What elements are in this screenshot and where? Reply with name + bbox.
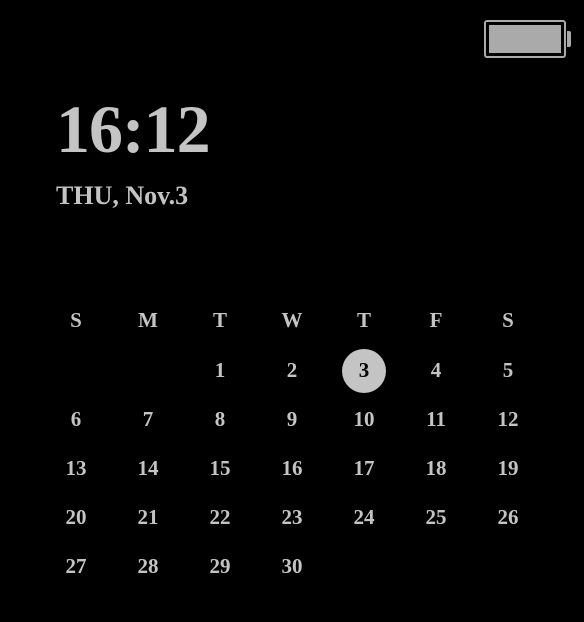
calendar-day: 30	[256, 554, 328, 579]
time-display: 16:12	[56, 95, 210, 163]
calendar-day-label: 3	[359, 358, 370, 382]
calendar-day: 7	[112, 407, 184, 432]
calendar-week-row: 1 2 3 4 5	[40, 346, 544, 395]
calendar-day: 10	[328, 407, 400, 432]
clock-block: 16:12 THU, Nov.3	[56, 95, 210, 211]
calendar-day: 25	[400, 505, 472, 530]
calendar-day: 2	[256, 358, 328, 383]
calendar-day: 14	[112, 456, 184, 481]
weekday-header: S	[40, 308, 112, 333]
battery-tip	[567, 31, 571, 47]
calendar-day: 12	[472, 407, 544, 432]
calendar-day: 19	[472, 456, 544, 481]
calendar-day: 26	[472, 505, 544, 530]
calendar-day-today: 3	[328, 358, 400, 383]
calendar-day: 28	[112, 554, 184, 579]
battery-fill	[489, 25, 561, 53]
calendar-day: 9	[256, 407, 328, 432]
weekday-header: T	[328, 308, 400, 333]
calendar-day: 1	[184, 358, 256, 383]
calendar-day: 20	[40, 505, 112, 530]
calendar-day: 6	[40, 407, 112, 432]
calendar-day: 13	[40, 456, 112, 481]
calendar-day: 4	[400, 358, 472, 383]
calendar-day: 8	[184, 407, 256, 432]
calendar-day: 27	[40, 554, 112, 579]
calendar-week-row: 6 7 8 9 10 11 12	[40, 395, 544, 444]
battery-icon	[484, 20, 566, 58]
battery-indicator	[484, 20, 571, 58]
calendar-day: 5	[472, 358, 544, 383]
calendar-week-row: 27 28 29 30	[40, 542, 544, 591]
date-display: THU, Nov.3	[56, 181, 210, 211]
calendar-day: 15	[184, 456, 256, 481]
calendar-week-row: 20 21 22 23 24 25 26	[40, 493, 544, 542]
calendar-day: 24	[328, 505, 400, 530]
weekday-header: M	[112, 308, 184, 333]
calendar-day: 21	[112, 505, 184, 530]
weekday-header: W	[256, 308, 328, 333]
calendar-day: 18	[400, 456, 472, 481]
calendar-day: 16	[256, 456, 328, 481]
calendar-day: 17	[328, 456, 400, 481]
calendar-week-row: 13 14 15 16 17 18 19	[40, 444, 544, 493]
calendar-day: 11	[400, 407, 472, 432]
calendar-day: 23	[256, 505, 328, 530]
weekday-header: F	[400, 308, 472, 333]
calendar-header-row: S M T W T F S	[40, 300, 544, 340]
weekday-header: T	[184, 308, 256, 333]
weekday-header: S	[472, 308, 544, 333]
calendar-day: 29	[184, 554, 256, 579]
calendar-day: 22	[184, 505, 256, 530]
calendar: S M T W T F S 1 2 3 4 5 6 7 8 9 10 11 12…	[40, 300, 544, 591]
